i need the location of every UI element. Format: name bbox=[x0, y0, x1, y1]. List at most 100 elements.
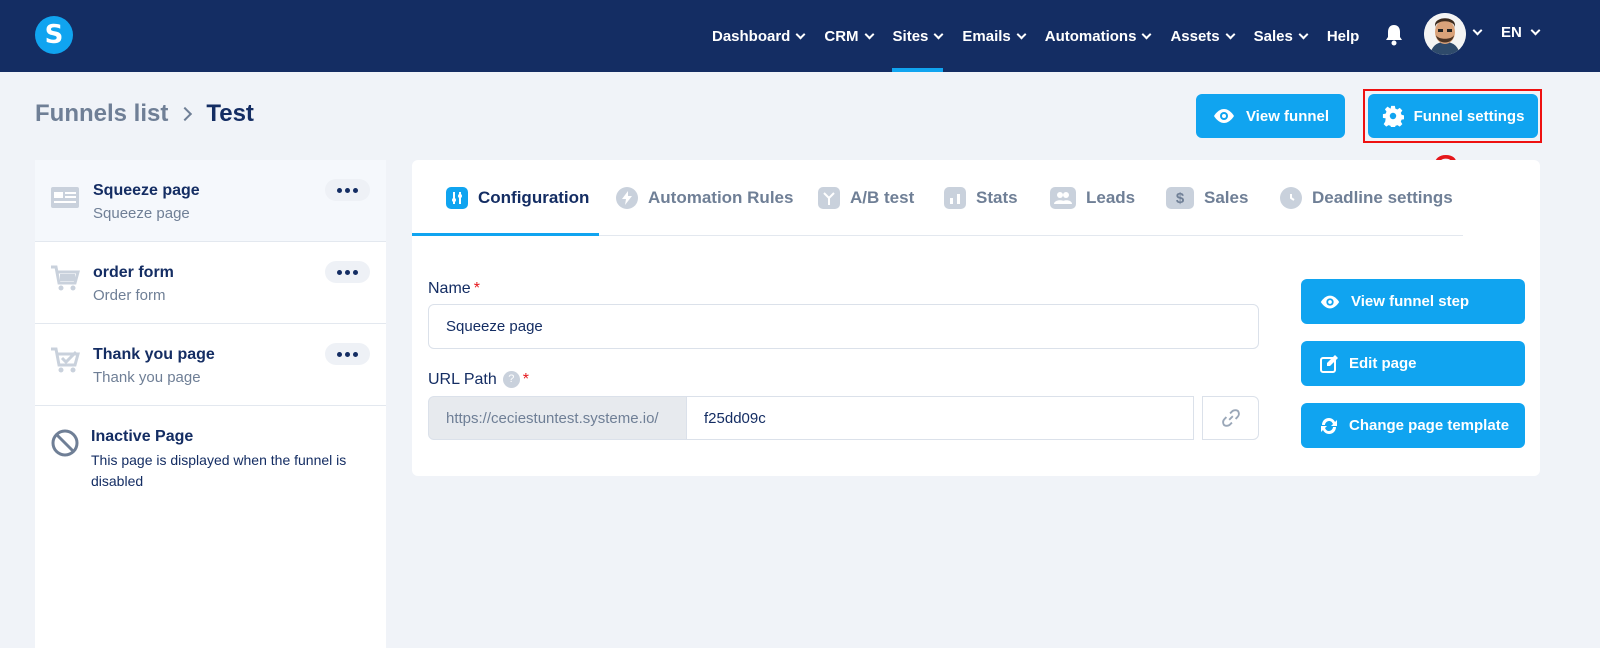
copy-link-button[interactable] bbox=[1202, 396, 1259, 440]
breadcrumb-funnels-list[interactable]: Funnels list bbox=[35, 100, 168, 128]
page-icon bbox=[51, 187, 79, 208]
tab-stats[interactable]: Stats bbox=[944, 160, 1018, 236]
name-input[interactable]: Squeeze page bbox=[428, 304, 1259, 349]
top-navbar: S Dashboard CRM Sites Emails Automations… bbox=[0, 0, 1600, 72]
change-page-template-button[interactable]: Change page template bbox=[1301, 403, 1525, 448]
annotation-highlight-box bbox=[1363, 89, 1542, 143]
eye-icon bbox=[1320, 295, 1340, 308]
url-path-label: URL Path? * bbox=[428, 371, 529, 389]
view-funnel-step-label: View funnel step bbox=[1351, 293, 1470, 310]
tab-deadline-settings[interactable]: Deadline settings bbox=[1280, 160, 1453, 236]
language-label: EN bbox=[1501, 24, 1522, 41]
step-subtitle: Thank you page bbox=[93, 369, 201, 386]
cart-icon bbox=[51, 265, 80, 291]
tab-automation-rules[interactable]: Automation Rules bbox=[616, 160, 793, 236]
nav-automations[interactable]: Automations bbox=[1044, 0, 1152, 72]
nav-sales-label: Sales bbox=[1253, 27, 1293, 45]
nav-sales[interactable]: Sales bbox=[1253, 0, 1309, 72]
chevron-down-icon bbox=[1530, 25, 1541, 36]
nav-assets[interactable]: Assets bbox=[1170, 0, 1236, 72]
clock-icon bbox=[1280, 187, 1302, 209]
block-icon bbox=[51, 429, 79, 457]
tab-configuration[interactable]: Configuration bbox=[446, 160, 589, 236]
bell-icon[interactable] bbox=[1385, 24, 1403, 46]
tab-deadline-settings-label: Deadline settings bbox=[1312, 188, 1453, 207]
bar-chart-icon bbox=[944, 187, 966, 209]
cart-check-icon bbox=[51, 347, 80, 373]
page-title: Test bbox=[206, 100, 254, 127]
link-icon bbox=[1221, 409, 1240, 427]
breadcrumb: Funnels list Test bbox=[35, 100, 254, 128]
tab-leads-label: Leads bbox=[1086, 188, 1136, 207]
required-mark: * bbox=[522, 371, 530, 388]
sliders-icon bbox=[446, 187, 468, 209]
more-options-button[interactable] bbox=[325, 179, 370, 201]
view-funnel-button[interactable]: View funnel bbox=[1196, 94, 1345, 138]
chevron-down-icon bbox=[1141, 29, 1152, 39]
url-path-input[interactable]: f25dd09c bbox=[686, 396, 1194, 440]
tab-bar: Configuration Automation Rules A/B test … bbox=[412, 160, 1463, 236]
tab-sales-label: Sales bbox=[1204, 188, 1249, 207]
chevron-down-icon bbox=[1298, 29, 1309, 39]
step-subtitle: Order form bbox=[93, 287, 166, 304]
view-funnel-label: View funnel bbox=[1245, 107, 1330, 125]
tab-sales[interactable]: $ Sales bbox=[1166, 160, 1248, 236]
nav-sites[interactable]: Sites bbox=[891, 0, 944, 72]
nav-sites-label: Sites bbox=[892, 27, 929, 45]
step-config-panel: Configuration Automation Rules A/B test … bbox=[412, 160, 1540, 476]
more-options-button[interactable] bbox=[325, 261, 370, 283]
step-title: Thank you page bbox=[93, 346, 215, 363]
systeme-logo[interactable]: S bbox=[35, 16, 73, 54]
edit-icon bbox=[1320, 354, 1338, 373]
tab-ab-test-label: A/B test bbox=[850, 188, 915, 207]
bolt-icon bbox=[616, 187, 638, 209]
nav-help-label: Help bbox=[1326, 27, 1360, 45]
chevron-down-icon bbox=[864, 29, 874, 39]
nav-emails[interactable]: Emails bbox=[962, 0, 1027, 72]
nav-dashboard-label: Dashboard bbox=[712, 27, 791, 45]
nav-crm[interactable]: CRM bbox=[824, 0, 874, 72]
more-options-button[interactable] bbox=[325, 343, 370, 365]
url-path-label-text: URL Path bbox=[428, 371, 497, 388]
chevron-down-icon[interactable] bbox=[1472, 25, 1483, 36]
edit-page-button[interactable]: Edit page bbox=[1301, 341, 1525, 386]
tab-configuration-label: Configuration bbox=[478, 188, 590, 207]
tab-stats-label: Stats bbox=[976, 188, 1018, 207]
step-title: order form bbox=[93, 264, 174, 281]
change-page-template-label: Change page template bbox=[1349, 417, 1510, 434]
nav-assets-label: Assets bbox=[1170, 27, 1220, 45]
name-label-text: Name bbox=[428, 280, 471, 297]
avatar-illustration bbox=[1424, 13, 1466, 55]
main-nav: Dashboard CRM Sites Emails Automations A… bbox=[712, 0, 1379, 72]
nav-help[interactable]: Help bbox=[1327, 0, 1360, 72]
nav-emails-label: Emails bbox=[962, 27, 1011, 45]
users-icon bbox=[1050, 187, 1076, 209]
funnel-step-item[interactable]: Squeeze page Squeeze page bbox=[35, 160, 386, 242]
inactive-page-description: This page is displayed when the funnel i… bbox=[91, 452, 347, 489]
nav-dashboard[interactable]: Dashboard bbox=[712, 0, 806, 72]
tab-ab-test[interactable]: A/B test bbox=[818, 160, 914, 236]
inactive-page-item[interactable]: Inactive Page This page is displayed whe… bbox=[35, 406, 386, 489]
funnel-step-item[interactable]: order form Order form bbox=[35, 242, 386, 324]
chevron-down-icon bbox=[795, 29, 806, 39]
help-icon[interactable]: ? bbox=[502, 371, 520, 389]
view-funnel-step-button[interactable]: View funnel step bbox=[1301, 279, 1525, 324]
split-icon bbox=[818, 187, 840, 209]
required-mark: * bbox=[473, 280, 480, 297]
tab-automation-rules-label: Automation Rules bbox=[648, 188, 794, 207]
refresh-icon bbox=[1321, 417, 1337, 434]
dollar-icon: $ bbox=[1166, 187, 1194, 209]
nav-crm-label: CRM bbox=[824, 27, 859, 45]
user-avatar[interactable] bbox=[1424, 13, 1466, 55]
tab-leads[interactable]: Leads bbox=[1050, 160, 1135, 236]
name-label: Name * bbox=[428, 280, 480, 298]
chevron-down-icon bbox=[933, 29, 944, 39]
chevron-down-icon bbox=[1016, 29, 1027, 39]
step-title: Squeeze page bbox=[93, 182, 200, 199]
nav-automations-label: Automations bbox=[1044, 27, 1137, 45]
edit-page-label: Edit page bbox=[1349, 355, 1417, 372]
active-tab-indicator bbox=[412, 233, 599, 236]
language-selector[interactable]: EN bbox=[1501, 24, 1541, 41]
funnel-step-item[interactable]: Thank you page Thank you page bbox=[35, 324, 386, 406]
url-prefix: https://ceciestuntest.systeme.io/ bbox=[428, 396, 687, 440]
